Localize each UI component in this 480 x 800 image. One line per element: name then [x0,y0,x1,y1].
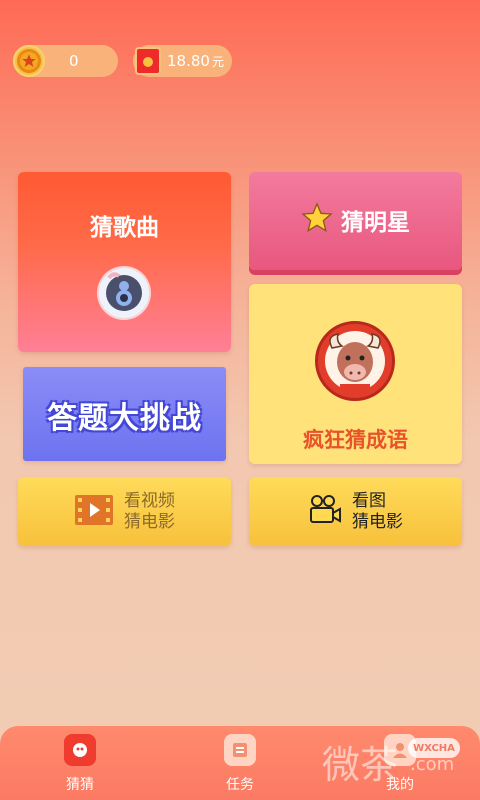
guess-star-card[interactable]: 猜明星 [249,172,462,270]
crazy-idiom-card[interactable]: 疯狂猜成语 [249,284,462,464]
watermark-domain: .com [410,754,455,775]
guess-song-title: 猜歌曲 [90,215,159,241]
coin-icon [13,45,45,77]
cash-unit: 元 [211,54,224,69]
task-icon [224,734,256,766]
tab-tasks[interactable]: 任务 [195,734,285,794]
picture-movie-line2: 猜电影 [352,511,403,532]
guess-star-title: 猜明星 [341,210,410,236]
video-camera-icon [308,494,342,530]
ox-mascot-icon [315,321,395,401]
coin-count: 0 [69,52,79,70]
tab-tasks-label: 任务 [226,777,254,793]
video-movie-line1: 看视频 [124,490,175,511]
tab-guess-label: 猜猜 [66,777,94,793]
picture-movie-line1: 看图 [352,490,386,511]
bottom-tab-bar: 猜猜 任务 我的 [0,726,480,800]
film-play-icon [74,493,114,531]
quiz-challenge-card[interactable]: 答题大挑战 [23,367,226,461]
red-packet-icon [135,47,161,75]
star-icon [301,202,333,238]
coin-balance[interactable]: 0 [13,45,118,77]
cash-amount: 18.80 [167,52,210,70]
guess-song-card[interactable]: 猜歌曲 [18,172,231,352]
guess-icon [64,734,96,766]
quiz-challenge-title: 答题大挑战 [47,401,202,436]
video-guess-movie-card[interactable]: 看视频 猜电影 [18,477,231,546]
tab-guess[interactable]: 猜猜 [35,734,125,794]
cash-balance[interactable]: 18.80 元 [133,45,232,77]
speaker-icon [99,268,149,318]
video-movie-line2: 猜电影 [124,511,175,532]
crazy-idiom-title: 疯狂猜成语 [303,428,408,452]
picture-guess-movie-card[interactable]: 看图 猜电影 [249,477,462,546]
watermark-text: 微茶 [322,743,399,787]
